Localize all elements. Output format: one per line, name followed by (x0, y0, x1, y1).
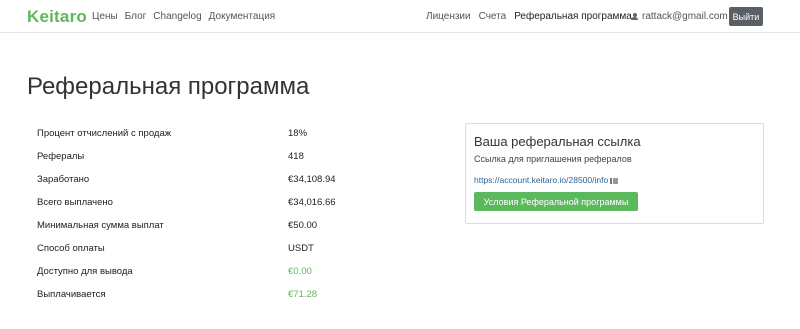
user-menu[interactable]: rattack@gmail.com (631, 11, 728, 22)
logout-button[interactable]: Выйти (729, 7, 763, 26)
referral-panel-title: Ваша реферальная ссылка (474, 134, 641, 149)
nav-link-changelog[interactable]: Changelog (153, 11, 201, 22)
referral-terms-button[interactable]: Условия Реферальной программы (474, 192, 638, 211)
referral-link-row: https://account.keitaro.io/28500/info (474, 175, 620, 185)
stat-label: Рефералы (37, 151, 85, 162)
nav-link-invoices[interactable]: Счета (479, 11, 507, 22)
stat-row: Выплачивается €71.28 (37, 289, 337, 312)
stat-row: Всего выплачено €34,016.66 (37, 197, 337, 220)
page-title: Реферальная программа (27, 73, 310, 100)
stat-row: Минимальная сумма выплат €50.00 (37, 220, 337, 243)
stat-row: Способ оплаты USDT (37, 243, 337, 266)
stat-label: Выплачивается (37, 289, 106, 300)
top-navbar: Keitaro Цены Блог Changelog Документация… (0, 0, 800, 33)
nav-link-prices[interactable]: Цены (92, 11, 118, 22)
referral-link[interactable]: https://account.keitaro.io/28500/info (474, 175, 608, 185)
stat-row: Процент отчислений с продаж 18% (37, 128, 337, 151)
stat-row: Рефералы 418 (37, 151, 337, 174)
nav-link-blog[interactable]: Блог (125, 11, 147, 22)
stat-label: Способ оплаты (37, 243, 105, 254)
user-email: rattack@gmail.com (642, 11, 728, 22)
stat-value-available: €0.00 (288, 266, 312, 277)
stat-value: USDT (288, 243, 314, 254)
brand-logo[interactable]: Keitaro (27, 7, 87, 27)
stat-value: 18% (288, 128, 308, 139)
stat-value: €50.00 (288, 220, 318, 231)
referral-link-panel: Ваша реферальная ссылка Ссылка для пригл… (465, 123, 764, 224)
nav-link-referral[interactable]: Реферальная программа (514, 11, 632, 22)
stat-label: Процент отчислений с продаж (37, 128, 172, 139)
stat-row: Заработано €34,108.94 (37, 174, 337, 197)
nav-link-licenses[interactable]: Лицензии (426, 11, 471, 22)
stat-value-paying: €71.28 (288, 289, 318, 300)
referral-stats-table: Процент отчислений с продаж 18% Рефералы… (37, 128, 337, 312)
copy-icon[interactable] (610, 176, 620, 185)
nav-link-docs[interactable]: Документация (209, 11, 276, 22)
stat-label: Всего выплачено (37, 197, 113, 208)
stat-value: 418 (288, 151, 304, 162)
stat-value: €34,016.66 (288, 197, 336, 208)
account-nav: Лицензии Счета Реферальная программа (426, 11, 640, 22)
user-icon (631, 13, 638, 20)
main-nav: Цены Блог Changelog Документация (92, 11, 275, 22)
stat-label: Минимальная сумма выплат (37, 220, 164, 231)
stat-value: €34,108.94 (288, 174, 336, 185)
referral-panel-subtitle: Ссылка для приглашения рефералов (474, 154, 632, 164)
stat-label: Доступно для вывода (37, 266, 133, 277)
stat-label: Заработано (37, 174, 90, 185)
stat-row: Доступно для вывода €0.00 (37, 266, 337, 289)
